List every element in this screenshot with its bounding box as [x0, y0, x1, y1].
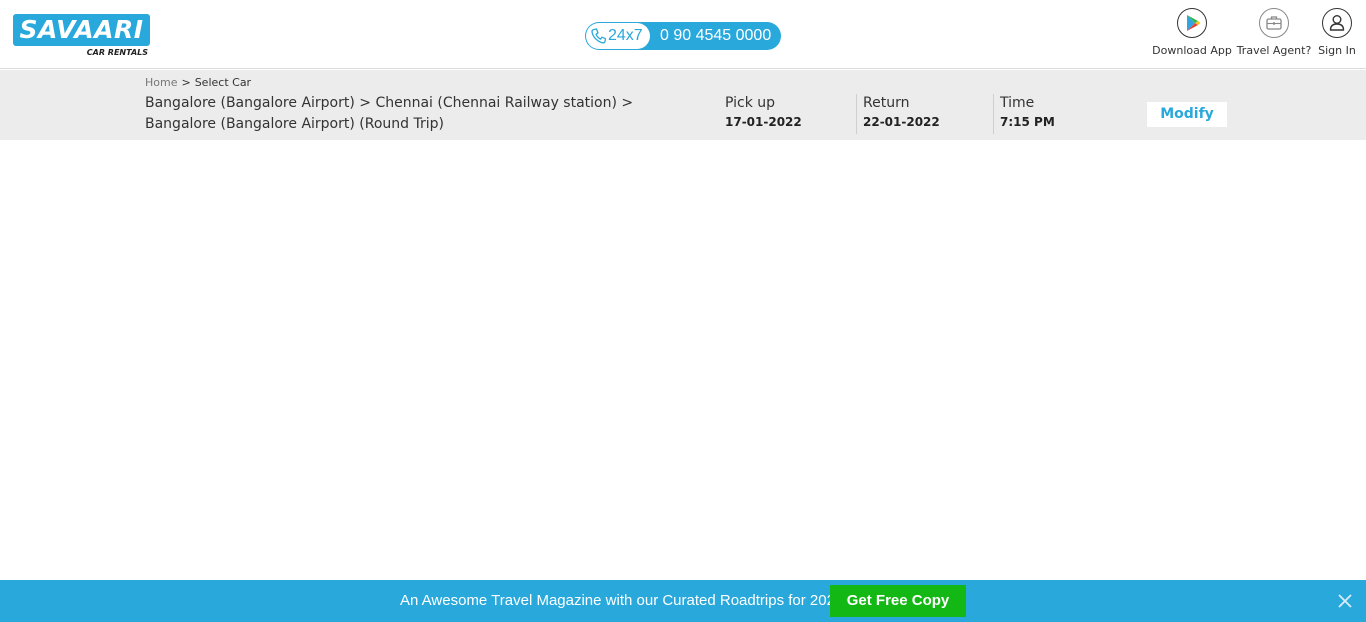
phone-icon — [591, 28, 606, 44]
pickup-value: 17-01-2022 — [725, 115, 802, 129]
pickup-date: Pick up 17-01-2022 — [725, 94, 802, 134]
promo-text: An Awesome Travel Magazine with our Cura… — [400, 592, 844, 609]
sign-in-button[interactable]: Sign In — [1313, 8, 1361, 62]
logo-wordmark: SAVAARI — [13, 14, 150, 46]
breadcrumb-home[interactable]: Home — [145, 76, 177, 89]
support-24x7-badge: 24x7 — [586, 23, 650, 49]
logo-tagline: CAR RENTALS — [86, 48, 148, 57]
sign-in-label: Sign In — [1318, 44, 1356, 57]
briefcase-icon — [1259, 8, 1289, 38]
trip-route: Bangalore (Bangalore Airport) > Chennai … — [145, 95, 634, 132]
trip-summary-bar: Home > Select Car Bangalore (Bangalore Air… — [0, 70, 1366, 140]
google-play-icon — [1177, 8, 1207, 38]
user-icon — [1322, 8, 1352, 38]
time-label: Time — [1000, 95, 1035, 111]
pickup-time: Time 7:15 PM — [993, 94, 1055, 134]
get-free-copy-button[interactable]: Get Free Copy — [830, 585, 966, 617]
close-icon[interactable] — [1336, 592, 1354, 610]
breadcrumb: Home > Select Car — [145, 76, 251, 89]
pickup-label: Pick up — [725, 95, 776, 111]
time-value: 7:15 PM — [1000, 115, 1055, 129]
site-header: SAVAARI CAR RENTALS 24x7 0 90 4545 0000 … — [0, 0, 1366, 69]
support-24x7-label: 24x7 — [608, 27, 643, 44]
return-date: Return 22-01-2022 — [856, 94, 940, 134]
return-value: 22-01-2022 — [863, 115, 940, 129]
download-app-button[interactable]: Download App — [1149, 8, 1235, 62]
phone-number[interactable]: 0 90 4545 0000 — [660, 22, 771, 50]
return-label: Return — [863, 95, 910, 111]
download-app-label: Download App — [1152, 44, 1232, 57]
travel-agent-button[interactable]: Travel Agent? — [1236, 8, 1312, 62]
phone-contact[interactable]: 24x7 0 90 4545 0000 — [585, 22, 781, 50]
breadcrumb-current: Select Car — [194, 76, 252, 89]
breadcrumb-separator: > — [181, 76, 191, 89]
savaari-logo[interactable]: SAVAARI CAR RENTALS — [13, 14, 150, 60]
promo-banner: An Awesome Travel Magazine with our Cura… — [0, 580, 1366, 622]
modify-button[interactable]: Modify — [1147, 102, 1227, 127]
travel-agent-label: Travel Agent? — [1236, 44, 1312, 57]
